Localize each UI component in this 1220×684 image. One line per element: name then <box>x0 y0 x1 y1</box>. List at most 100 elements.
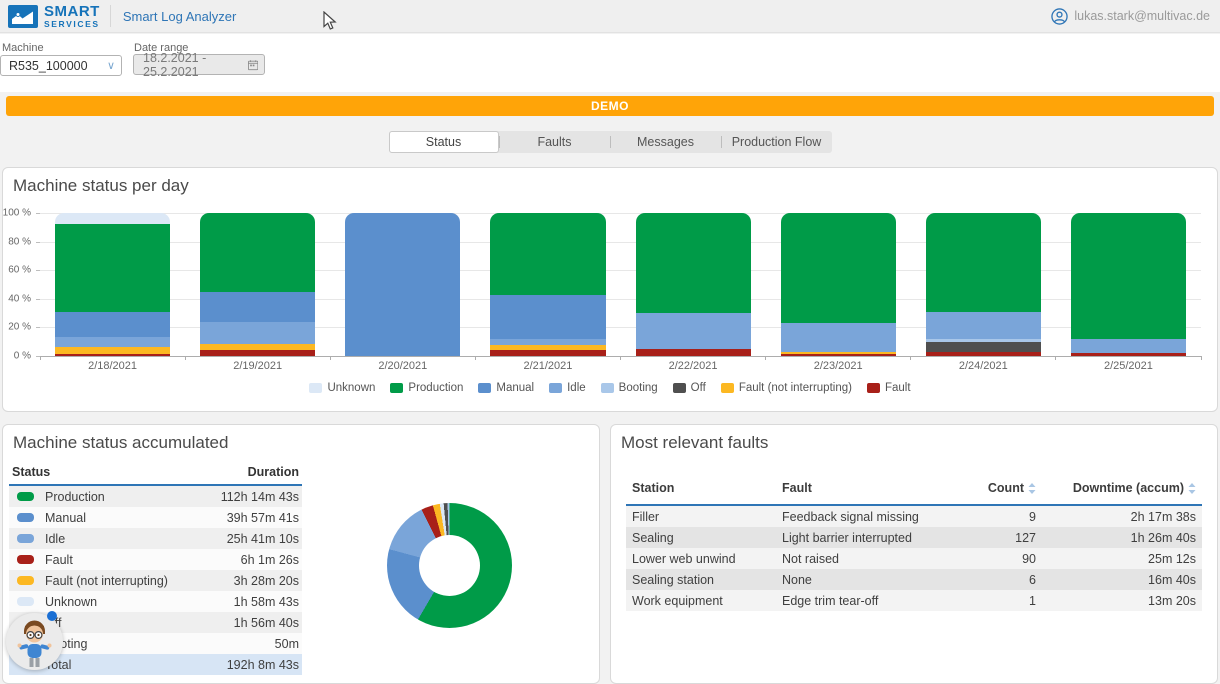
date-range-input[interactable]: 18.2.2021 - 25.2.2021 <box>133 54 265 75</box>
x-axis-label: 2/19/2021 <box>185 360 330 372</box>
machine-select-value: R535_100000 <box>9 59 88 73</box>
divider <box>110 5 111 27</box>
machine-select[interactable]: R535_100000 ∨ <box>0 55 122 76</box>
legend-item[interactable]: Booting <box>601 382 658 394</box>
stacked-bar[interactable] <box>636 213 751 356</box>
legend-color-chip <box>721 383 734 393</box>
legend-item[interactable]: Unknown <box>309 382 375 394</box>
bar-segment[interactable] <box>636 213 751 313</box>
status-donut-chart[interactable] <box>387 503 512 628</box>
status-color-chip <box>17 576 34 585</box>
donut-hole <box>419 535 480 596</box>
legend-color-chip <box>867 383 880 393</box>
tab-messages[interactable]: Messages <box>611 131 721 153</box>
bar-segment[interactable] <box>636 313 751 349</box>
logo-line1: SMART <box>44 4 100 19</box>
bar-segment[interactable] <box>1071 213 1186 339</box>
user-menu[interactable]: lukas.stark@multivac.de <box>1051 8 1220 25</box>
status-duration: 50m <box>275 637 299 651</box>
stacked-bar[interactable] <box>1071 213 1186 356</box>
bar-segment[interactable] <box>345 213 460 356</box>
column-downtime-sort[interactable]: Downtime (accum) <box>1036 481 1196 495</box>
stacked-bar[interactable] <box>490 213 605 356</box>
bar-column <box>475 213 620 356</box>
legend-item[interactable]: Idle <box>549 382 586 394</box>
bar-segment[interactable] <box>55 312 170 337</box>
status-name: Fault (not interrupting) <box>45 574 234 588</box>
bar-segment[interactable] <box>490 213 605 295</box>
stacked-bar[interactable] <box>926 213 1041 356</box>
legend-item[interactable]: Off <box>673 382 706 394</box>
fault-station: Work equipment <box>632 594 782 608</box>
bar-segment[interactable] <box>781 323 896 352</box>
column-fault: Fault <box>782 481 936 495</box>
stacked-bar[interactable] <box>55 213 170 356</box>
column-count-sort[interactable]: Count <box>936 481 1036 495</box>
tab-faults[interactable]: Faults <box>500 131 610 153</box>
bar-segment[interactable] <box>926 342 1041 352</box>
tab-status[interactable]: Status <box>389 131 499 153</box>
fault-count: 127 <box>936 531 1036 545</box>
stacked-bar[interactable] <box>781 213 896 356</box>
fault-count: 90 <box>936 552 1036 566</box>
logo-line2: SERVICES <box>44 20 100 29</box>
legend-label: Fault <box>885 382 911 394</box>
stacked-bar[interactable] <box>345 213 460 356</box>
chart-plot-area <box>40 213 1201 356</box>
bar-column <box>621 213 766 356</box>
bar-segment[interactable] <box>200 213 315 292</box>
machine-status-accumulated-card: Machine status accumulated Status Durati… <box>2 424 600 684</box>
bar-segment[interactable] <box>926 312 1041 339</box>
bar-segment[interactable] <box>55 347 170 354</box>
chart-legend: Unknown Production Manual Idle Booting Off Fau… <box>3 382 1217 394</box>
bar-segment[interactable] <box>1071 339 1186 353</box>
table-row: Production112h 14m 43s <box>9 486 302 507</box>
legend-label: Booting <box>619 382 658 394</box>
bar-segment[interactable] <box>926 213 1041 312</box>
machine-status-per-day-card: Machine status per day 100 %80 %60 %40 %… <box>2 167 1218 412</box>
faults-title: Most relevant faults <box>621 433 768 453</box>
fault-text: Light barrier interrupted <box>782 531 936 545</box>
faults-table-header: Station Fault Count Downtime (accum) <box>626 475 1202 506</box>
filter-bar: Machine R535_100000 ∨ Date range 18.2.20… <box>0 34 1220 92</box>
bar-column <box>40 213 185 356</box>
status-duration: 39h 57m 41s <box>227 511 299 525</box>
status-name: Off <box>45 616 234 630</box>
legend-label: Fault (not interrupting) <box>739 382 852 394</box>
legend-color-chip <box>309 383 322 393</box>
bar-segment[interactable] <box>490 295 605 339</box>
smart-services-logo[interactable]: SMART SERVICES <box>0 4 100 29</box>
fault-station: Sealing <box>632 531 782 545</box>
bar-segment[interactable] <box>781 213 896 323</box>
column-station: Station <box>632 481 782 495</box>
x-axis-label: 2/25/2021 <box>1056 360 1201 372</box>
status-duration: 3h 28m 20s <box>234 574 299 588</box>
legend-item[interactable]: Fault (not interrupting) <box>721 382 852 394</box>
sort-icon <box>1028 483 1036 494</box>
legend-item[interactable]: Fault <box>867 382 911 394</box>
bar-segment[interactable] <box>55 213 170 224</box>
bar-segment[interactable] <box>55 337 170 347</box>
mouse-cursor <box>323 11 337 31</box>
legend-item[interactable]: Production <box>390 382 463 394</box>
bar-segment[interactable] <box>636 349 751 356</box>
y-axis-label: 0 % <box>14 351 31 362</box>
legend-item[interactable]: Manual <box>478 382 534 394</box>
legend-color-chip <box>673 383 686 393</box>
bar-segment[interactable] <box>200 292 315 321</box>
assistant-avatar-widget[interactable] <box>6 613 63 670</box>
y-axis-label: 60 % <box>8 265 31 276</box>
legend-label: Manual <box>496 382 534 394</box>
table-row: Fault (not interrupting)3h 28m 20s <box>9 570 302 591</box>
logo-chart-icon <box>8 5 38 28</box>
bar-segment[interactable] <box>55 224 170 311</box>
tab-production-flow[interactable]: Production Flow <box>722 131 832 153</box>
bar-segment[interactable] <box>200 322 315 344</box>
column-duration: Duration <box>248 465 299 479</box>
status-duration: 1h 56m 40s <box>234 616 299 630</box>
stacked-bar[interactable] <box>200 213 315 356</box>
status-color-chip <box>17 513 34 522</box>
fault-station: Sealing station <box>632 573 782 587</box>
bars-layer <box>40 213 1201 356</box>
most-relevant-faults-card: Most relevant faults Station Fault Count… <box>610 424 1218 684</box>
